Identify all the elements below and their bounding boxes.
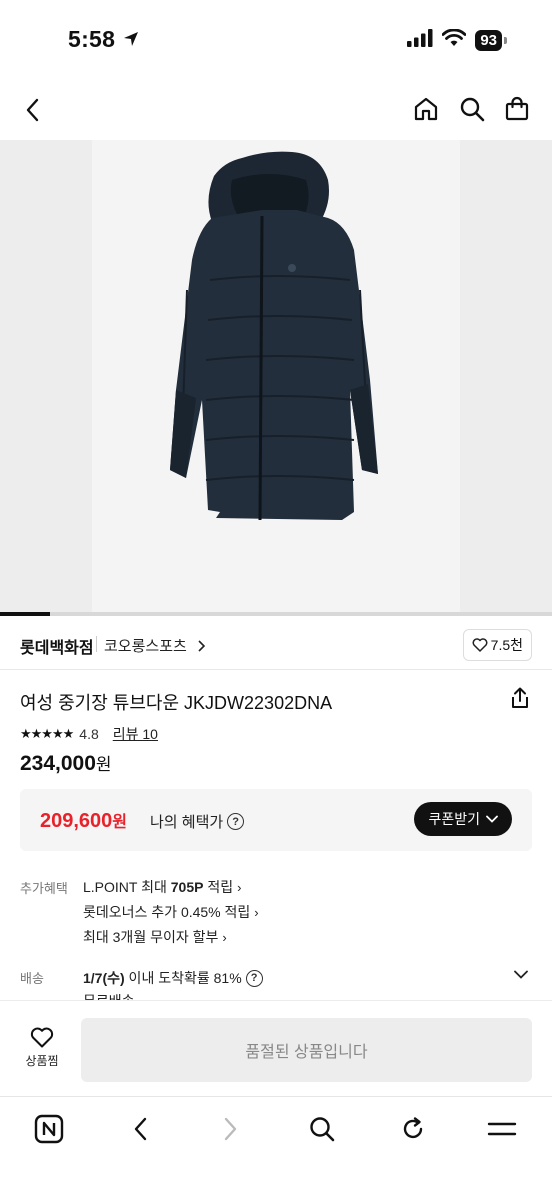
divider (96, 636, 97, 652)
owners-text: 롯데오너스 추가 0.45% 적립 (83, 904, 251, 920)
status-time: 5:58 (68, 26, 116, 52)
rating-value: 4.8 (79, 726, 99, 742)
location-arrow-icon (122, 30, 140, 53)
delivery-date: 1/7(수) (83, 970, 125, 986)
naver-home-button[interactable] (29, 1109, 69, 1149)
delivery-text: 이내 도착확률 81% (124, 970, 242, 986)
installment-text: 최대 3개월 무이자 할부 (83, 929, 219, 945)
browser-forward-button[interactable] (211, 1109, 251, 1149)
lpoint-benefit[interactable]: L.POINT 최대 705P 적립 › (83, 877, 241, 897)
lpoint-prefix: L.POINT 최대 (83, 879, 171, 895)
price-value: 234,000 (20, 752, 96, 775)
home-icon (414, 97, 438, 121)
purchase-bar: 상품찜 품절된 상품입니다 (0, 1000, 552, 1096)
heart-icon (30, 1027, 54, 1048)
share-icon (512, 687, 528, 708)
chevron-left-icon (26, 98, 39, 122)
browser-toolbar (0, 1096, 552, 1200)
sale-price-unit: 원 (112, 814, 128, 831)
product-image (170, 151, 378, 521)
wishlist-button[interactable]: 상품찜 (20, 1027, 64, 1069)
chevron-left-icon (134, 1117, 147, 1141)
coupon-button[interactable]: 쿠폰받기 (414, 802, 512, 836)
gallery-progress-fill (0, 612, 50, 616)
top-nav (0, 80, 552, 140)
battery-indicator: 93 (475, 30, 507, 51)
product-title: 여성 중기장 튜브다운 JKJDW22302DNA (20, 693, 333, 713)
benefit-label-text: 나의 혜택가 (150, 814, 224, 831)
search-icon (310, 1117, 335, 1142)
price-unit: 원 (95, 755, 112, 774)
home-button[interactable] (411, 94, 441, 124)
chevron-right-icon: › (237, 879, 242, 895)
search-button[interactable] (457, 94, 487, 124)
installment-benefit[interactable]: 최대 3개월 무이자 할부 › (83, 927, 227, 947)
delivery-info[interactable]: 1/7(수) 이내 도착확률 81% ? (83, 968, 263, 988)
lpoint-amount: 705P (170, 879, 204, 895)
browser-back-button[interactable] (120, 1109, 160, 1149)
price: 234,000원 (20, 750, 112, 776)
menu-icon (487, 1122, 517, 1136)
signal-icon (407, 29, 433, 52)
store-name[interactable]: 롯데백화점 (20, 634, 94, 658)
wifi-icon (441, 28, 467, 52)
brand-name: 코오롱스포츠 (104, 638, 187, 655)
sale-price: 209,600원 (40, 808, 127, 833)
heart-icon (472, 638, 488, 652)
help-icon: ? (227, 813, 245, 830)
shopping-bag-icon (505, 96, 529, 121)
cart-button[interactable] (502, 94, 532, 124)
review-link[interactable]: 리뷰 10 (113, 724, 158, 744)
chevron-down-icon (514, 970, 528, 979)
rating-stars: ★★★★★ (20, 726, 74, 741)
delivery-label: 배송 (20, 971, 44, 986)
search-icon (460, 97, 485, 122)
share-button[interactable] (510, 687, 530, 714)
product-image-gallery[interactable] (0, 140, 552, 612)
owners-benefit[interactable]: 롯데오너스 추가 0.45% 적립 › (83, 902, 259, 922)
browser-reload-button[interactable] (393, 1109, 433, 1149)
chevron-down-icon (486, 815, 498, 823)
chevron-right-icon: › (222, 929, 227, 945)
browser-menu-button[interactable] (482, 1109, 522, 1149)
naver-logo-icon (34, 1114, 64, 1144)
browser-search-button[interactable] (302, 1109, 342, 1149)
help-icon: ? (245, 969, 263, 987)
like-count: 7.5천 (490, 637, 523, 653)
status-bar: 5:58 93 (0, 0, 552, 80)
wishlist-label: 상품찜 (25, 1054, 59, 1068)
sale-price-value: 209,600 (40, 810, 113, 832)
coupon-label: 쿠폰받기 (428, 811, 480, 827)
reload-icon (403, 1117, 423, 1139)
benefit-box: 209,600원 나의 혜택가 ? 쿠폰받기 (20, 789, 532, 851)
brand-link[interactable]: 코오롱스포츠 (104, 635, 205, 656)
like-button[interactable]: 7.5천 (462, 629, 532, 661)
soldout-button[interactable]: 품절된 상품입니다 (81, 1018, 532, 1082)
lpoint-suffix: 적립 (203, 879, 234, 895)
chevron-right-icon (224, 1117, 237, 1141)
gallery-progress-bar (0, 612, 552, 616)
brand-row: 롯데백화점 코오롱스포츠 7.5천 (0, 620, 552, 670)
back-button[interactable] (18, 96, 46, 124)
benefit-label[interactable]: 나의 혜택가 ? (150, 811, 245, 832)
rating-row: ★★★★★ 4.8 리뷰 10 (20, 724, 158, 744)
chevron-right-icon: › (254, 904, 259, 920)
extra-benefit-label: 추가혜택 (20, 881, 68, 896)
delivery-expand-button[interactable] (514, 966, 528, 984)
chevron-right-icon (198, 639, 205, 652)
